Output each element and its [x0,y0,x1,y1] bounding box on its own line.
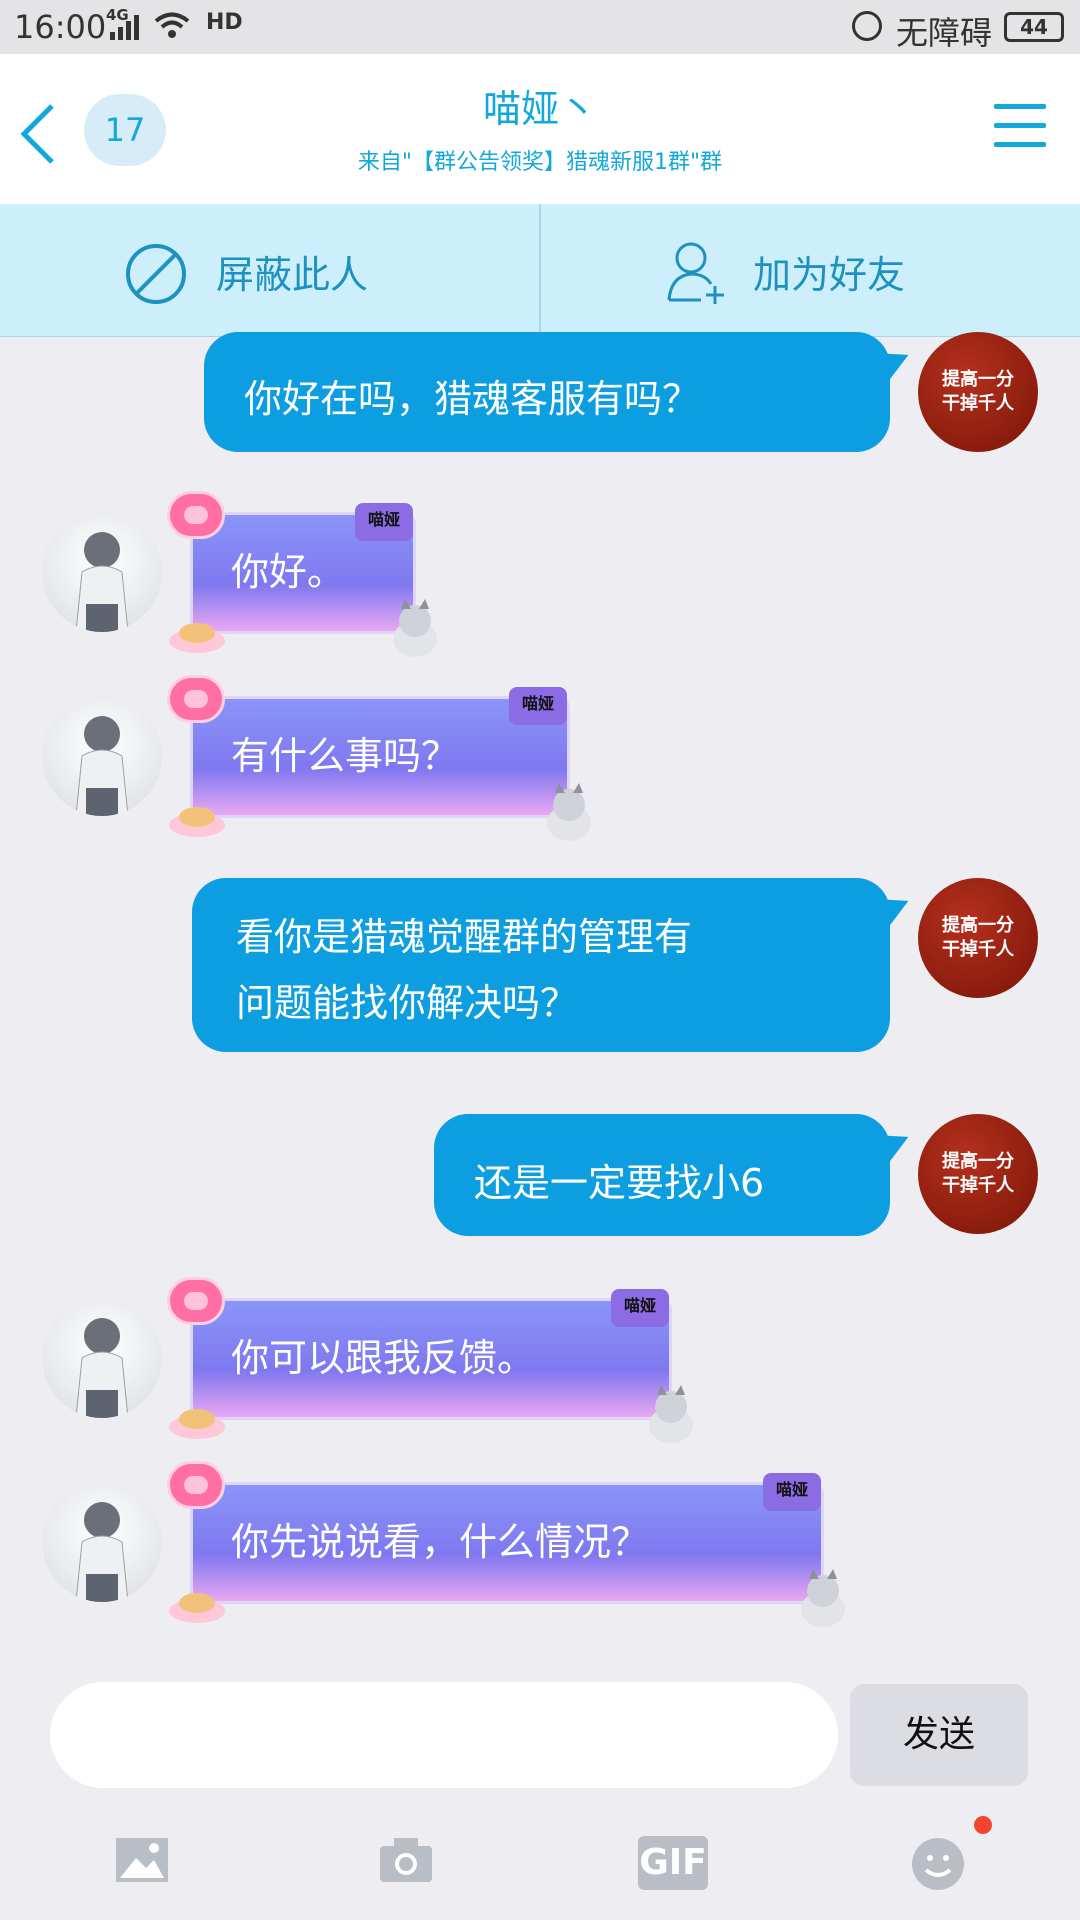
contact-avatar[interactable] [42,512,162,632]
emoji-icon[interactable] [910,1836,966,1892]
camera-icon[interactable] [378,1836,434,1884]
add-friend-button[interactable]: 加为好友 [541,204,1080,336]
message-bubble-sent[interactable]: 还是一定要找小6 [434,1114,917,1236]
message-text: 你好。 [231,550,346,594]
avatar-figure [75,1318,129,1418]
message-bubble-received[interactable]: 你好。 喵娅 [167,491,437,657]
add-friend-label: 加为好友 [753,253,906,297]
cat-sticker-icon [169,623,225,653]
avatar-figure [75,716,129,816]
my-avatar-text: 干掉千人 [942,1175,1014,1196]
hd-icon: HD [206,10,243,35]
kitten-sticker-icon [547,783,591,841]
block-user-label: 屏蔽此人 [216,253,369,297]
wifi-icon [154,12,190,38]
hamburger-menu-icon[interactable] [994,104,1046,161]
message-bubble-received[interactable]: 有什么事吗？ 喵娅 [167,675,591,841]
message-text: 还是一定要找小6 [474,1161,765,1205]
my-avatar-text: 提高一分 [942,915,1014,936]
bubble-name-tag: 喵娅 [509,687,567,725]
send-button[interactable]: 发送 [850,1684,1028,1786]
cat-sticker-icon [169,1409,225,1439]
contact-avatar[interactable] [42,1482,162,1602]
message-bubble-sent[interactable]: 你好在吗，猎魂客服有吗？ [204,332,917,452]
avatar-figure [75,532,129,632]
image-icon[interactable] [114,1836,170,1884]
status-bar: 16:00 4G HD 无障碍 44 [0,0,1080,54]
message-text: 有什么事吗？ [231,734,460,778]
message-text-line: 问题能找你解决吗？ [236,981,579,1025]
my-avatar-text: 干掉千人 [942,939,1014,960]
my-avatar-text: 提高一分 [942,1151,1014,1172]
add-friend-icon [667,242,724,304]
my-avatar[interactable]: 提高一分 干掉千人 [918,1114,1038,1234]
lock-icon [852,11,882,41]
cat-sticker-icon [169,1593,225,1623]
battery-icon: 44 [1004,12,1064,42]
gif-icon[interactable]: GIF [638,1836,708,1890]
status-time: 16:00 [14,8,107,46]
message-bubble-received[interactable]: 你可以跟我反馈。 喵娅 [167,1277,693,1443]
bubble-name-tag: 喵娅 [611,1289,669,1327]
message-text: 你先说说看，什么情况？ [231,1520,650,1564]
my-avatar[interactable]: 提高一分 干掉千人 [918,878,1038,998]
signal-icon [110,15,139,40]
contact-avatar[interactable] [42,696,162,816]
avatar-figure [75,1502,129,1602]
message-input[interactable] [50,1682,838,1788]
my-avatar-text: 提高一分 [942,369,1014,390]
chat-subtitle: 来自"【群公告领奖】猎魂新服1群"群 [357,150,723,175]
accessibility-label: 无障碍 [896,14,993,52]
block-icon [126,244,186,304]
cat-sticker-icon [169,807,225,837]
my-avatar[interactable]: 提高一分 干掉千人 [918,332,1038,452]
kitten-sticker-icon [801,1569,845,1627]
chat-header: 17 喵娅丶 来自"【群公告领奖】猎魂新服1群"群 [0,54,1080,204]
message-bubble-received[interactable]: 你先说说看，什么情况？ 喵娅 [167,1461,845,1627]
bubble-name-tag: 喵娅 [355,503,413,541]
message-text-line: 看你是猎魂觉醒群的管理有 [236,915,693,959]
message-bubble-sent[interactable]: 看你是猎魂觉醒群的管理有 问题能找你解决吗？ [192,878,917,1052]
kitten-sticker-icon [393,599,437,657]
my-avatar-text: 干掉千人 [942,393,1014,414]
contact-avatar[interactable] [42,1298,162,1418]
chat-title: 喵娅丶 [482,87,597,131]
action-bar: 屏蔽此人 加为好友 [0,204,1080,337]
notification-dot [974,1816,992,1834]
kitten-sticker-icon [649,1385,693,1443]
message-text: 你可以跟我反馈。 [231,1336,536,1380]
bubble-name-tag: 喵娅 [763,1473,821,1511]
message-text: 你好在吗，猎魂客服有吗？ [244,377,701,421]
block-user-button[interactable]: 屏蔽此人 [0,204,539,336]
